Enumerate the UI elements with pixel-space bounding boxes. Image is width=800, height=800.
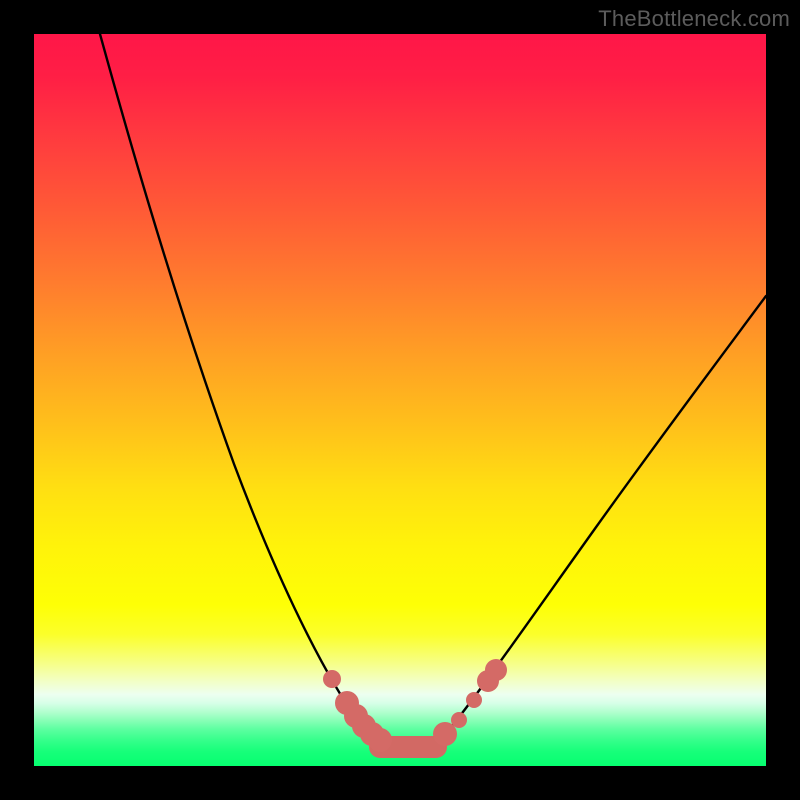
bottleneck-curve (89, 34, 766, 748)
left-marker-cluster (323, 670, 392, 752)
marker-dot (323, 670, 341, 688)
right-marker-cluster (433, 659, 507, 746)
chart-frame: TheBottleneck.com (0, 0, 800, 800)
marker-dot (485, 659, 507, 681)
marker-dot (368, 728, 392, 752)
plot-area (34, 34, 766, 766)
marker-dot (466, 692, 482, 708)
curve-layer (34, 34, 766, 766)
watermark-text: TheBottleneck.com (598, 6, 790, 32)
marker-dot (451, 712, 467, 728)
